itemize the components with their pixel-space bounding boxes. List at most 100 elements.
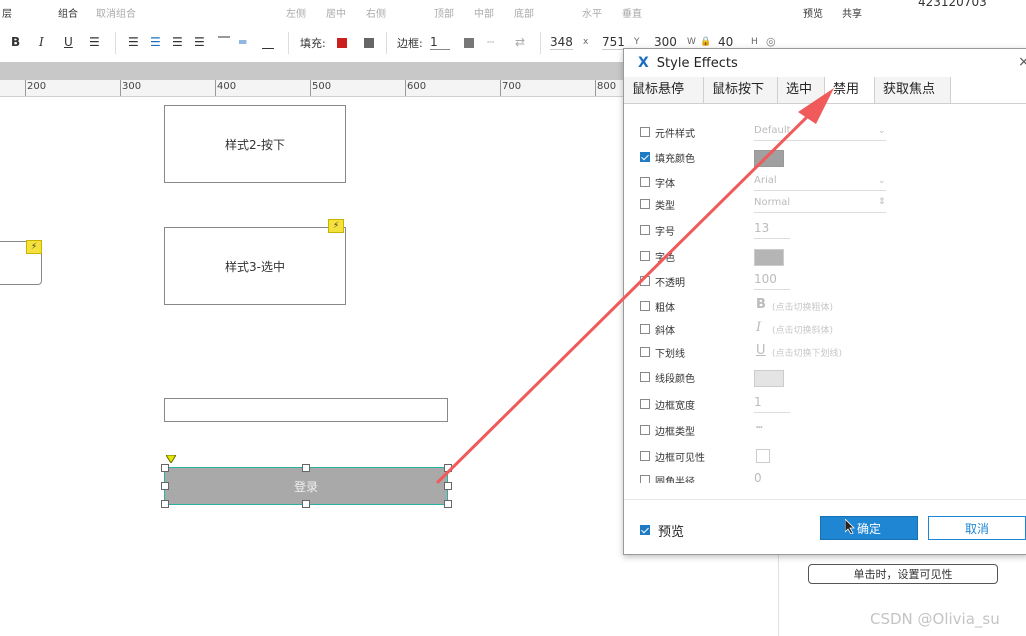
- resize-handle[interactable]: [302, 500, 310, 508]
- font-type-select[interactable]: Normal: [754, 197, 790, 208]
- text-input-shape[interactable]: [164, 398, 448, 422]
- project-id: 423120703: [918, 0, 987, 9]
- align-middle-button[interactable]: 中部: [474, 5, 494, 20]
- checkbox[interactable]: [640, 199, 650, 209]
- shadow-icon[interactable]: [364, 38, 374, 48]
- ungroup-button[interactable]: 取消组合: [96, 5, 136, 20]
- shape-style2-pressed[interactable]: 样式2-按下: [164, 105, 346, 183]
- shape-label: 样式2-按下: [225, 137, 285, 152]
- x-position-input[interactable]: 348: [550, 35, 573, 50]
- distribute-vertical-button[interactable]: 垂直: [622, 5, 642, 20]
- interaction-flag-icon[interactable]: ⚡: [328, 219, 344, 233]
- prop-row-border-type: 边框类型 ┅: [640, 421, 1000, 441]
- border-color-swatch[interactable]: [464, 38, 474, 48]
- align-text-right-icon[interactable]: ☰: [172, 35, 183, 49]
- align-left-button[interactable]: 左侧: [286, 5, 306, 20]
- tab-disabled[interactable]: 禁用: [825, 77, 875, 103]
- close-icon[interactable]: ×: [1018, 54, 1026, 70]
- shape-style3-selected[interactable]: 样式3-选中: [164, 227, 346, 305]
- preview-button[interactable]: 预览: [803, 5, 823, 20]
- font-select[interactable]: Arial: [754, 175, 777, 186]
- resize-handle[interactable]: [444, 482, 452, 490]
- visibility-eye-icon[interactable]: ◎: [766, 35, 776, 48]
- bold-button[interactable]: B: [11, 35, 20, 49]
- checkbox[interactable]: [640, 324, 650, 334]
- group-button[interactable]: 组合: [58, 5, 78, 20]
- bullet-list-icon[interactable]: ☰: [89, 35, 100, 49]
- checkbox[interactable]: [640, 127, 650, 137]
- valign-middle-icon[interactable]: ═: [239, 35, 246, 49]
- align-right-button[interactable]: 右侧: [366, 5, 386, 20]
- line-color-picker[interactable]: [754, 370, 784, 387]
- checkbox[interactable]: [640, 451, 650, 461]
- checkbox[interactable]: [640, 425, 650, 435]
- ruler-label: 400: [217, 81, 237, 92]
- fill-color-swatch[interactable]: [337, 38, 347, 48]
- border-width-input[interactable]: 1: [754, 395, 762, 409]
- checkbox[interactable]: [640, 301, 650, 311]
- tab-focus[interactable]: 获取焦点: [875, 77, 951, 103]
- toolbar-divider: [386, 32, 387, 54]
- resize-handle[interactable]: [161, 500, 169, 508]
- border-visibility-icon[interactable]: [756, 449, 770, 463]
- checkbox-checked[interactable]: [640, 152, 650, 162]
- align-top-button[interactable]: 顶部: [434, 5, 454, 20]
- font-size-input[interactable]: 13: [754, 221, 769, 235]
- tab-selected[interactable]: 选中: [778, 77, 825, 103]
- rotation-handle-icon[interactable]: [166, 455, 176, 463]
- resize-handle[interactable]: [444, 500, 452, 508]
- y-position-input[interactable]: 751: [602, 35, 625, 50]
- interaction-flag-icon[interactable]: ⚡: [26, 240, 42, 254]
- resize-handle[interactable]: [161, 464, 169, 472]
- checkbox[interactable]: [640, 177, 650, 187]
- button-label: 单击时，设置可见性: [853, 568, 953, 581]
- resize-handle[interactable]: [161, 482, 169, 490]
- cancel-button[interactable]: 取消: [928, 516, 1026, 540]
- layer-menu[interactable]: 层: [2, 5, 12, 20]
- checkbox[interactable]: [640, 399, 650, 409]
- align-text-center-icon[interactable]: ☰: [150, 35, 161, 49]
- checkbox[interactable]: [640, 347, 650, 357]
- align-text-left-icon[interactable]: ☰: [128, 35, 139, 49]
- resize-handle[interactable]: [444, 464, 452, 472]
- align-text-justify-icon[interactable]: ☰: [194, 35, 205, 49]
- checkbox[interactable]: [640, 475, 650, 483]
- valign-bottom-icon[interactable]: ⎽: [262, 35, 274, 50]
- bold-icon[interactable]: B: [756, 297, 766, 312]
- fill-color-picker[interactable]: [754, 150, 784, 167]
- valign-top-icon[interactable]: ⎺: [218, 35, 230, 50]
- ok-button-label: 确定: [856, 521, 881, 536]
- tab-mousedown[interactable]: 鼠标按下: [704, 77, 778, 103]
- opacity-input[interactable]: 100: [754, 272, 777, 286]
- preview-checkbox-checked[interactable]: [640, 525, 650, 535]
- italic-icon[interactable]: I: [756, 320, 761, 335]
- corner-radius-input[interactable]: 0: [754, 471, 762, 483]
- widget-style-select[interactable]: Default: [754, 125, 791, 136]
- align-center-button[interactable]: 居中: [326, 5, 346, 20]
- checkbox[interactable]: [640, 372, 650, 382]
- share-button[interactable]: 共享: [842, 5, 862, 20]
- resize-handle[interactable]: [302, 464, 310, 472]
- checkbox[interactable]: [640, 276, 650, 286]
- cancel-button-label: 取消: [964, 521, 989, 536]
- ok-button[interactable]: 确定: [820, 516, 918, 540]
- set-visibility-on-click-button[interactable]: 单击时，设置可见性: [808, 564, 998, 584]
- border-type-icon[interactable]: ┅: [756, 421, 763, 434]
- line-style-icon[interactable]: ┄: [487, 35, 494, 49]
- ruler-label: 300: [122, 81, 142, 92]
- font-color-picker[interactable]: [754, 249, 784, 266]
- distribute-horizontal-button[interactable]: 水平: [582, 5, 602, 20]
- fill-label: 填充:: [300, 37, 326, 50]
- prop-row-fill-color: 填充颜色: [640, 148, 1000, 168]
- checkbox[interactable]: [640, 251, 650, 261]
- italic-button[interactable]: I: [39, 35, 44, 49]
- underline-button[interactable]: U: [64, 35, 73, 49]
- checkbox[interactable]: [640, 225, 650, 235]
- underline-icon[interactable]: U: [756, 343, 766, 358]
- arrow-style-icon[interactable]: ⇄: [515, 35, 525, 49]
- border-width-input[interactable]: 1: [430, 35, 450, 50]
- lock-icon[interactable]: 🔒: [700, 37, 711, 47]
- ruler-tick: [25, 80, 26, 96]
- tab-mouseover[interactable]: 鼠标悬停: [624, 77, 704, 103]
- align-bottom-button[interactable]: 底部: [514, 5, 534, 20]
